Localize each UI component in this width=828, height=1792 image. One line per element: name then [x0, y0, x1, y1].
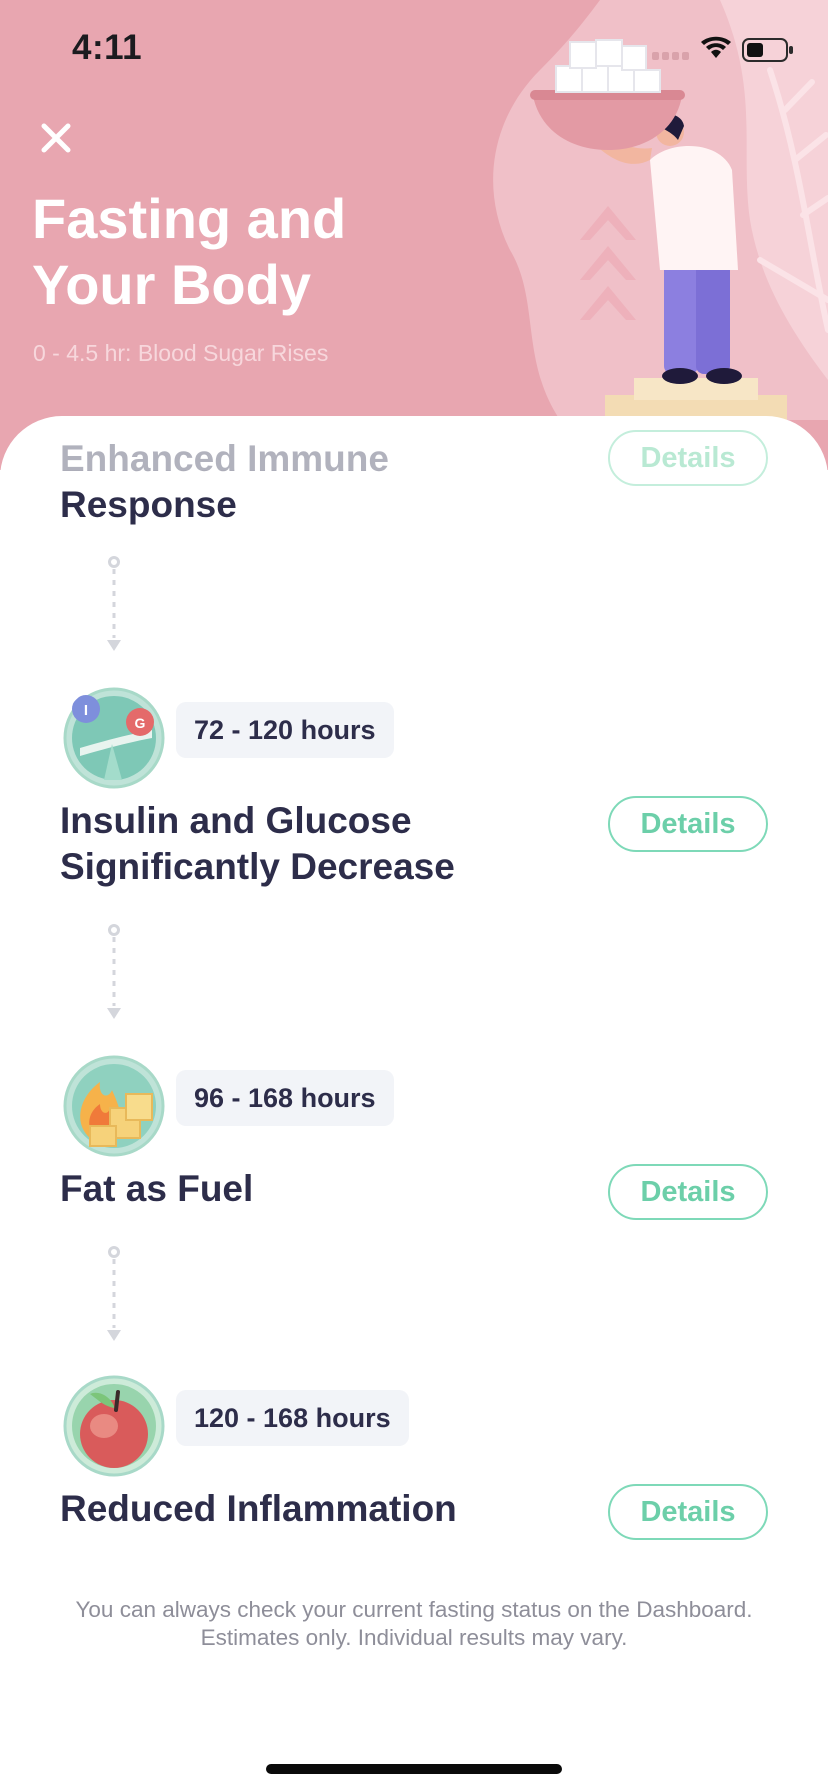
details-button-reduced-inflammation[interactable]: Details	[608, 1484, 768, 1540]
home-indicator[interactable]	[266, 1764, 562, 1774]
details-button-enhanced-immune-response[interactable]: Details	[608, 430, 768, 486]
insulin-glucose-seesaw-icon: I G	[60, 684, 168, 792]
wifi-icon	[701, 36, 731, 58]
details-button-fat-as-fuel[interactable]: Details	[608, 1164, 768, 1220]
current-stage-subtitle: 0 - 4.5 hr: Blood Sugar Rises	[33, 340, 329, 366]
timeline-connector	[107, 1246, 121, 1341]
details-button-insulin-glucose[interactable]: Details	[608, 796, 768, 852]
close-button[interactable]	[30, 112, 82, 164]
hours-range-badge: 120 - 168 hours	[176, 1390, 409, 1446]
fat-fuel-flame-icon	[60, 1052, 168, 1160]
stage-name-fat-as-fuel: Fat as Fuel	[60, 1168, 254, 1209]
hours-range-badge: 72 - 120 hours	[176, 702, 394, 758]
hours-range-badge: 96 - 168 hours	[176, 1070, 394, 1126]
svg-text:G: G	[135, 715, 146, 731]
stage-name-enhanced-immune-response: Enhanced Immune Response	[60, 436, 530, 528]
footer-estimate-note: Estimates only. Individual results may v…	[200, 1625, 628, 1650]
svg-text:I: I	[84, 702, 88, 719]
stage-name-reduced-inflammation: Reduced Inflammation	[60, 1488, 457, 1529]
fasting-body-screen: 4:11 Fasting and Your Body 0 - 4.5 hr: B…	[0, 0, 828, 1792]
timeline-connector	[107, 556, 121, 651]
timeline-connector	[107, 924, 121, 1019]
stage-name-insulin-glucose: Insulin and Glucose Significantly Decrea…	[60, 800, 455, 887]
battery-icon	[742, 38, 793, 62]
header-banner: 4:11 Fasting and Your Body 0 - 4.5 hr: B…	[0, 0, 828, 470]
footer-dashboard-note: You can always check your current fastin…	[75, 1597, 753, 1622]
page-title: Fasting and Your Body	[32, 187, 347, 316]
cellular-signal-icon	[652, 52, 689, 60]
stages-timeline[interactable]: Enhanced Immune Response Details I G 72 …	[0, 416, 828, 1792]
apple-icon	[60, 1372, 168, 1480]
status-time: 4:11	[72, 28, 143, 67]
close-icon	[41, 123, 71, 153]
footer-disclaimer: You can always check your current fastin…	[40, 1596, 788, 1652]
